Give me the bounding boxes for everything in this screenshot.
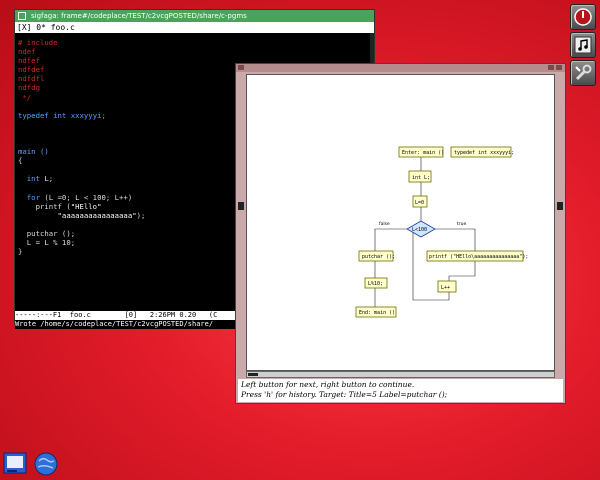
edge-label-true: true: [457, 221, 466, 227]
svg-text:L<100: L<100: [412, 227, 427, 233]
node-putchar[interactable]: putchar ();: [358, 250, 395, 262]
code-line: ndef: [18, 47, 36, 57]
svg-text:int L;: int L;: [412, 175, 430, 181]
svg-text:End: main (): End: main (): [359, 310, 395, 316]
dock-shutdown-button[interactable]: [570, 4, 596, 30]
code-line: # include: [18, 38, 58, 47]
code-line: */: [18, 92, 32, 102]
hscroll-thumb[interactable]: [248, 373, 258, 376]
node-condition[interactable]: L<100: [406, 220, 436, 238]
code-string: "HEllo": [70, 201, 102, 211]
graph-canvas[interactable]: false true Enter: main () typedef int xx…: [246, 74, 555, 371]
code-line: ndfdg: [18, 83, 40, 93]
code-line: ndfdef: [18, 65, 45, 75]
code-text: L;: [39, 174, 54, 184]
node-increment[interactable]: L++: [437, 280, 457, 293]
emacs-menubar[interactable]: [X] 0* foo.c: [15, 22, 374, 33]
edge-label-false: false: [379, 221, 390, 227]
maximize-icon[interactable]: [556, 65, 562, 70]
status-line-2: Press 'h' for history. Target: Title=5 L…: [241, 390, 448, 399]
node-mod[interactable]: L%10;: [364, 277, 388, 289]
flowchart: false true Enter: main () typedef int xx…: [355, 146, 528, 318]
svg-text:printf ("HEllo\aaaaaaaaaaaaaaa: printf ("HEllo\aaaaaaaaaaaaaaa");: [429, 254, 528, 260]
edge: [448, 261, 476, 281]
code-keyword: int: [18, 174, 40, 184]
edge: [374, 228, 407, 251]
dock-tools-button[interactable]: [570, 60, 596, 86]
edge: [435, 228, 476, 251]
node-decl[interactable]: int L;: [408, 170, 432, 183]
svg-text:typedef int xxxyyyi;: typedef int xxxyyyi;: [454, 150, 514, 156]
dock-music-button[interactable]: [570, 32, 596, 58]
code-text: {: [18, 156, 23, 166]
code-line: ndfef: [18, 56, 40, 66]
terminal-icon: [3, 452, 27, 474]
code-text: printf (: [18, 201, 71, 211]
taskbar-terminal-button[interactable]: [3, 451, 29, 477]
code-text: }: [18, 247, 23, 257]
code-keyword: for: [18, 192, 40, 202]
window-menu-icon[interactable]: [238, 65, 244, 70]
emacs-titlebar[interactable]: sigfaga: frame#/codeplace/TEST/c2vcgPOST…: [15, 10, 374, 22]
code-line: ndfdfl: [18, 74, 45, 84]
svg-text:L%10;: L%10;: [368, 281, 383, 287]
taskbar-browser-button[interactable]: [33, 451, 59, 477]
minimize-icon[interactable]: [548, 65, 554, 70]
node-exit[interactable]: End: main (): [355, 306, 397, 318]
code-text: L = L % 10;: [18, 238, 76, 248]
status-line-1: Left button for next, right button to co…: [241, 380, 415, 389]
svg-text:putchar ();: putchar ();: [362, 254, 395, 260]
code-function: main (): [18, 147, 49, 157]
graph-hscrollbar[interactable]: [246, 371, 555, 378]
code-text: putchar ();: [18, 228, 76, 238]
music-note-icon: [574, 36, 592, 54]
right-resize-handle[interactable]: [557, 202, 563, 210]
vcg-status-bar: Left button for next, right button to co…: [238, 379, 563, 402]
left-resize-handle[interactable]: [238, 202, 244, 210]
wrench-icon: [575, 64, 592, 81]
vcg-window[interactable]: false true Enter: main () typedef int xx…: [235, 63, 566, 404]
code-keyword: typedef: [18, 110, 49, 120]
svg-text:L=0: L=0: [415, 200, 424, 206]
node-printf[interactable]: printf ("HEllo\aaaaaaaaaaaaaaa");: [426, 250, 528, 262]
window-menu-icon[interactable]: [18, 12, 26, 20]
node-enter[interactable]: Enter: main (): [398, 146, 444, 158]
code-string: "aaaaaaaaaaaaaaaa": [18, 210, 137, 220]
code-text: );: [136, 210, 146, 220]
svg-text:Enter: main (): Enter: main (): [402, 150, 444, 156]
emacs-title: sigfaga: frame#/codeplace/TEST/c2vcgPOST…: [31, 12, 247, 20]
svg-text:L++: L++: [441, 285, 450, 291]
code-text: int xxxyyyi;: [48, 110, 106, 120]
code-text: (L =0; L < 100; L++): [39, 192, 133, 202]
shutdown-icon: [574, 8, 592, 26]
globe-icon: [34, 452, 58, 476]
vcg-titlebar[interactable]: [236, 64, 565, 72]
node-init[interactable]: L=0: [412, 195, 428, 208]
node-typedef[interactable]: typedef int xxxyyyi;: [450, 146, 514, 158]
